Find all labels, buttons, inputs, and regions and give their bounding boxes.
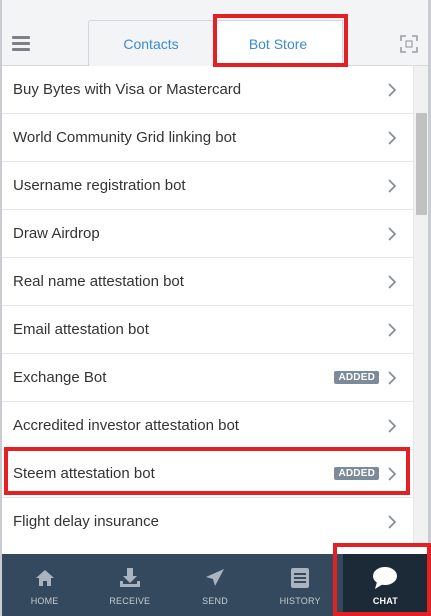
nav-receive[interactable]: RECEIVE bbox=[87, 554, 172, 616]
chevron-right-icon bbox=[387, 130, 397, 145]
bot-list-item[interactable]: Accredited investor attestation bot bbox=[2, 402, 413, 450]
tab-bot-store[interactable]: Bot Store bbox=[213, 20, 343, 67]
added-badge: ADDED bbox=[334, 467, 379, 480]
fullscreen-icon[interactable] bbox=[400, 35, 418, 53]
nav-chat-label: CHAT bbox=[372, 596, 398, 606]
bot-list-item[interactable]: Steem attestation bot ADDED bbox=[2, 450, 413, 498]
bot-store-list: Buy Bytes with Visa or Mastercard World C… bbox=[2, 66, 413, 544]
bot-list-item[interactable]: Username registration bot bbox=[2, 162, 413, 210]
bot-name: Username registration bot bbox=[13, 177, 186, 194]
chat-icon bbox=[372, 566, 398, 590]
bot-name: Exchange Bot bbox=[13, 369, 107, 386]
nav-send[interactable]: SEND bbox=[172, 554, 257, 616]
bot-list-item[interactable]: Exchange Bot ADDED bbox=[2, 354, 413, 402]
bot-name: World Community Grid linking bot bbox=[13, 129, 237, 146]
menu-icon[interactable] bbox=[12, 36, 30, 52]
chevron-right-icon bbox=[387, 226, 397, 241]
chevron-right-icon bbox=[387, 418, 397, 433]
header: Contacts Bot Store bbox=[2, 20, 428, 67]
bot-name: Flight delay insurance bbox=[13, 513, 159, 530]
top-strip bbox=[2, 0, 428, 20]
chevron-right-icon bbox=[387, 274, 397, 289]
history-icon bbox=[290, 566, 310, 590]
nav-chat[interactable]: CHAT bbox=[342, 554, 429, 616]
tab-contacts[interactable]: Contacts bbox=[88, 20, 214, 67]
nav-home[interactable]: HOME bbox=[2, 554, 87, 616]
send-icon bbox=[205, 566, 225, 590]
bot-list-item[interactable]: Buy Bytes with Visa or Mastercard bbox=[2, 66, 413, 114]
nav-home-label: HOME bbox=[30, 596, 59, 606]
nav-receive-label: RECEIVE bbox=[109, 596, 151, 606]
bottom-nav: HOME RECEIVE SEND HISTORY CHAT bbox=[2, 554, 429, 616]
bot-name: Steem attestation bot bbox=[13, 465, 155, 482]
bot-list-item[interactable]: World Community Grid linking bot bbox=[2, 114, 413, 162]
added-badge: ADDED bbox=[334, 371, 379, 384]
bot-list-item[interactable]: Flight delay insurance bbox=[2, 498, 413, 544]
bot-list-item[interactable]: Email attestation bot bbox=[2, 306, 413, 354]
bot-list-item[interactable]: Real name attestation bot bbox=[2, 258, 413, 306]
bot-name: Draw Airdrop bbox=[13, 225, 100, 242]
bot-name: Real name attestation bot bbox=[13, 273, 184, 290]
nav-send-label: SEND bbox=[202, 596, 228, 606]
bot-name: Email attestation bot bbox=[13, 321, 149, 338]
receive-icon bbox=[119, 566, 141, 590]
chevron-right-icon bbox=[387, 322, 397, 337]
chevron-right-icon bbox=[387, 466, 397, 481]
scrollbar[interactable] bbox=[413, 66, 428, 544]
bot-name: Buy Bytes with Visa or Mastercard bbox=[13, 81, 242, 98]
chevron-right-icon bbox=[387, 178, 397, 193]
chevron-right-icon bbox=[387, 82, 397, 97]
bot-name: Accredited investor attestation bot bbox=[13, 417, 239, 434]
bot-list-item[interactable]: Draw Airdrop bbox=[2, 210, 413, 258]
nav-history[interactable]: HISTORY bbox=[258, 554, 343, 616]
nav-history-label: HISTORY bbox=[279, 596, 321, 606]
chevron-right-icon bbox=[387, 370, 397, 385]
scrollbar-thumb[interactable] bbox=[416, 113, 427, 215]
chevron-right-icon bbox=[387, 514, 397, 529]
home-icon bbox=[35, 566, 55, 590]
